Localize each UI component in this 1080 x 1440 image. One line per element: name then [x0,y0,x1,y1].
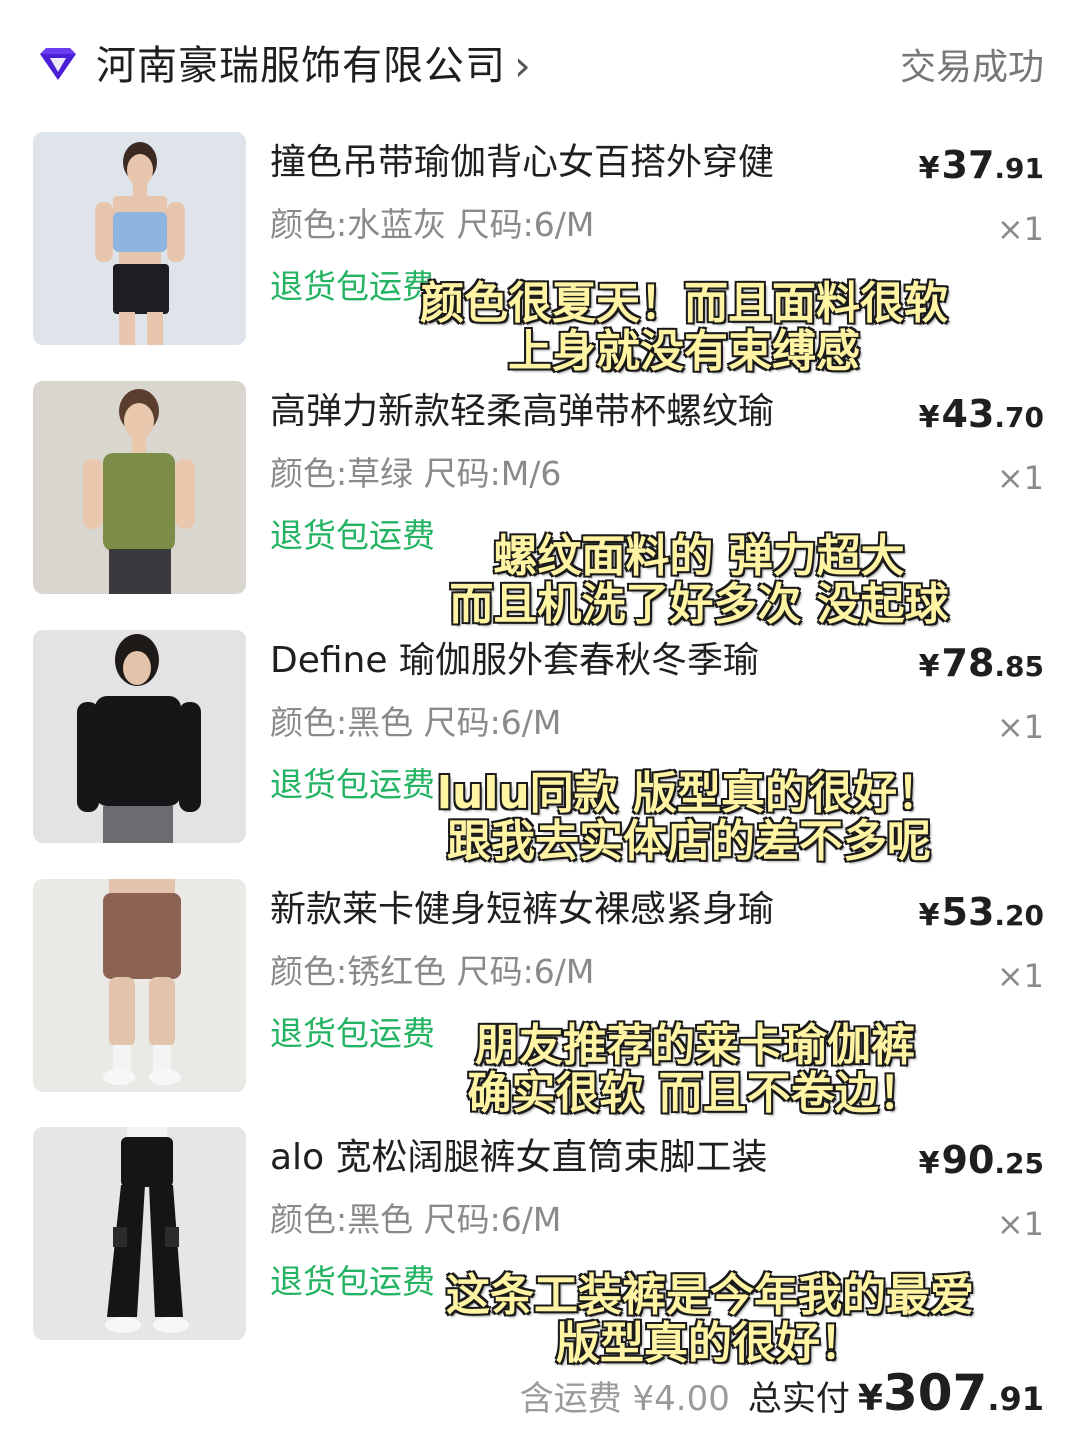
return-shipping-badge: 退货包运费 [270,765,435,804]
order-total: 含运费 ¥4.00 总实付 ¥307.91 [520,1364,1044,1424]
shop-header: 河南豪瑞服饰有限公司 › 交易成功 [0,0,1080,130]
product-image[interactable] [33,381,246,594]
total-label: 总实付 [747,1379,850,1419]
product-image[interactable] [33,1127,246,1340]
product-title[interactable]: 新款莱卡健身短裤女裸感紧身瑜 [270,885,870,935]
product-image[interactable] [33,879,246,1092]
product-spec: 颜色:黑色 尺码:6/M [270,703,562,742]
product-spec: 颜色:草绿 尺码:M/6 [270,454,562,493]
product-spec: 颜色:水蓝灰 尺码:6/M [270,205,595,244]
total-decimal: .91 [987,1380,1044,1418]
product-title[interactable]: Define 瑜伽服外套春秋冬季瑜 [270,636,870,686]
total-currency: ¥ [857,1378,883,1419]
product-quantity: ×1 [996,1205,1044,1243]
shop-name-link[interactable]: 河南豪瑞服饰有限公司 [96,38,506,94]
product-quantity: ×1 [996,708,1044,746]
product-quantity: ×1 [996,957,1044,995]
product-quantity: ×1 [996,459,1044,497]
order-status: 交易成功 [899,47,1044,88]
product-title[interactable]: 撞色吊带瑜伽背心女百搭外穿健 [270,138,870,188]
product-title[interactable]: alo 宽松阔腿裤女直筒束脚工装 [270,1133,870,1183]
product-image[interactable] [33,630,246,843]
return-shipping-badge: 退货包运费 [270,1262,435,1301]
product-price: ¥43.70 [918,392,1044,436]
review-caption: 这条工装裤是今年我的最爱 版型真的很好！ [445,1270,975,1369]
product-quantity: ×1 [996,210,1044,248]
review-caption: lulu同款 版型真的很好！ 跟我去实体店的差不多呢 [436,768,942,867]
product-title[interactable]: 高弹力新款轻柔高弹带杯螺纹瑜 [270,387,870,437]
product-price: ¥78.85 [918,641,1044,685]
shipping-fee: 含运费 ¥4.00 [519,1379,730,1419]
product-price: ¥90.25 [918,1138,1044,1182]
product-image[interactable] [33,132,246,345]
product-spec: 颜色:黑色 尺码:6/M [270,1200,562,1239]
product-price: ¥37.91 [918,143,1044,187]
review-caption: 螺纹面料的 弹力超大 而且机洗了好多次 没起球 [448,531,949,630]
chevron-right-icon[interactable]: › [514,40,531,92]
return-shipping-badge: 退货包运费 [270,1014,435,1053]
diamond-logo-icon [36,44,80,88]
return-shipping-badge: 退货包运费 [270,516,435,555]
product-spec: 颜色:锈红色 尺码:6/M [270,952,595,991]
total-amount: 307 [882,1364,988,1422]
review-caption: 朋友推荐的莱卡瑜伽裤 确实很软 而且不卷边！ [466,1020,923,1119]
product-price: ¥53.20 [918,890,1044,934]
review-caption: 颜色很夏天！而且面料很软 上身就没有束缚感 [419,278,949,377]
